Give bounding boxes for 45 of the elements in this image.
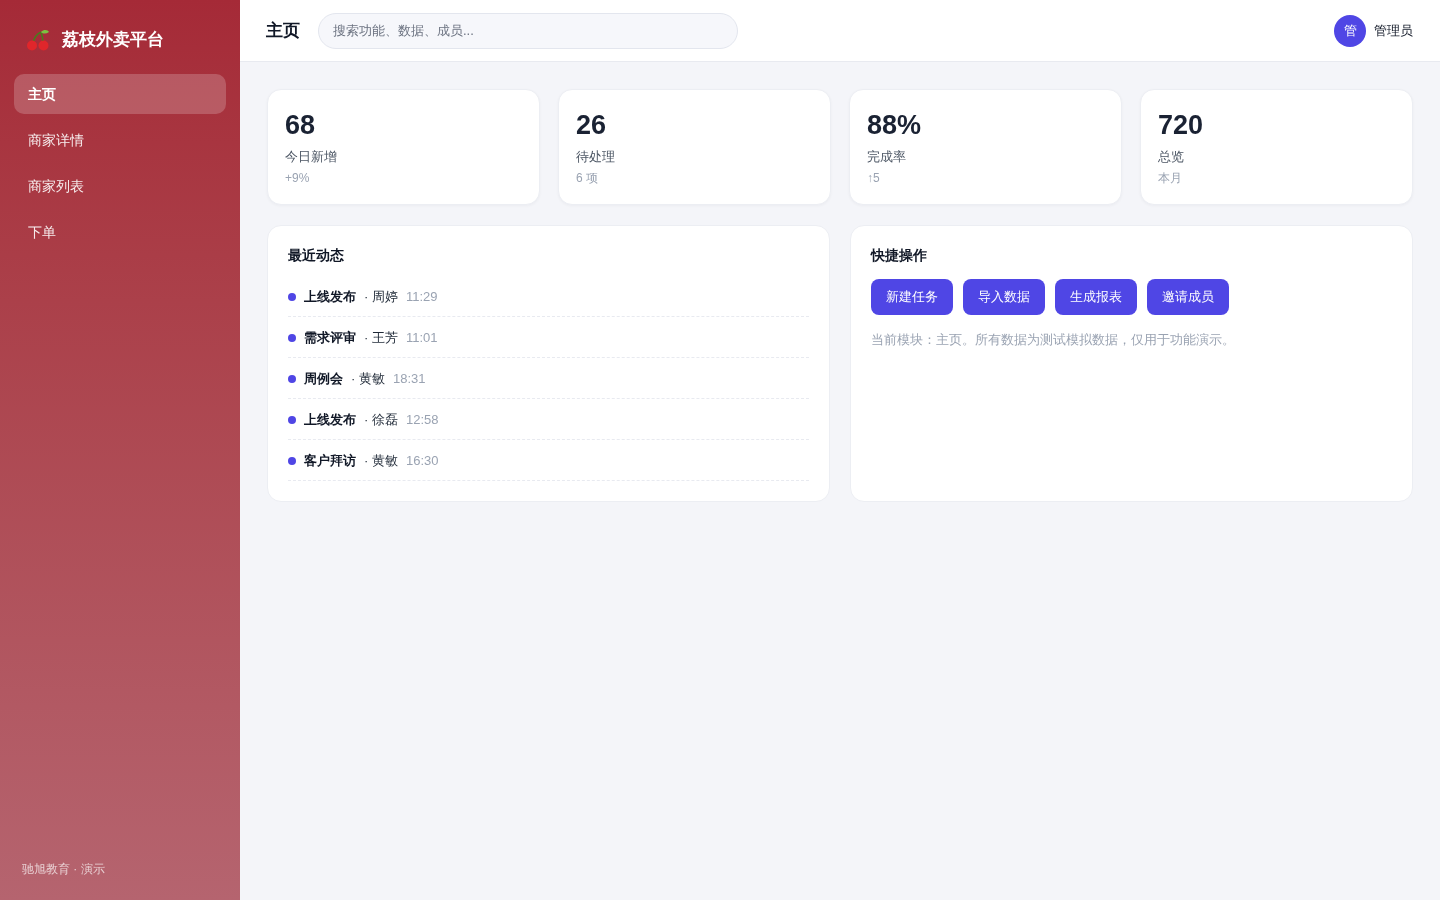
stat-value: 88%	[867, 109, 923, 142]
activity-time: 18:31	[392, 370, 426, 389]
activity-title: 需求评审	[304, 329, 356, 348]
stat-label: 完成率	[867, 148, 907, 166]
stat-value: 68	[285, 109, 317, 142]
activity-title: 上线发布	[304, 411, 356, 430]
cherry-icon	[26, 29, 50, 51]
stat-value: 720	[1158, 109, 1205, 142]
nav-item[interactable]: 下单	[14, 212, 226, 252]
module-note: 当前模块：主页。所有数据为测试模拟数据，仅用于功能演示。	[871, 332, 1236, 349]
page-title: 主页	[266, 19, 300, 42]
search-field[interactable]: 搜索功能、数据、成员...	[318, 12, 738, 49]
card-title: 最近动态	[288, 246, 345, 265]
stat-note: ↑5	[867, 170, 881, 186]
activity-time: 11:29	[405, 288, 438, 307]
activity-person: · 黄敏	[364, 452, 398, 471]
stat-label: 总览	[1158, 148, 1185, 166]
activity-time: 12:58	[405, 411, 439, 430]
stat-value: 26	[576, 109, 608, 142]
activity-title: 周例会	[304, 370, 343, 389]
action-button[interactable]: 新建任务	[871, 279, 953, 315]
user-avatar[interactable]: 管	[1334, 14, 1366, 47]
stat-note: 6 项	[576, 170, 599, 186]
stat-label: 待处理	[576, 148, 616, 166]
activity-title: 上线发布	[304, 288, 356, 307]
activity-time: 11:01	[405, 329, 438, 348]
activity-person: · 周婷	[364, 288, 398, 307]
activity-person: · 黄敏	[351, 370, 385, 389]
activity-person: · 王芳	[364, 329, 398, 348]
nav-item[interactable]: 主页	[14, 74, 226, 114]
stat-label: 今日新增	[285, 148, 338, 166]
brand-name: 荔枝外卖平台	[62, 29, 164, 52]
sidebar-footer: 驰旭教育 · 演示	[22, 862, 105, 876]
action-button[interactable]: 邀请成员	[1147, 279, 1229, 315]
nav-item[interactable]: 商家列表	[14, 166, 226, 206]
action-button[interactable]: 导入数据	[963, 279, 1045, 315]
stat-note: +9%	[285, 170, 311, 186]
action-button[interactable]: 生成报表	[1055, 279, 1137, 315]
activity-person: · 徐磊	[364, 411, 398, 430]
activity-title: 客户拜访	[304, 452, 356, 471]
card-title: 快捷操作	[871, 246, 928, 265]
activity-time: 16:30	[405, 452, 439, 471]
nav-item[interactable]: 商家详情	[14, 120, 226, 160]
user-name: 管理员	[1374, 21, 1413, 40]
stat-note: 本月	[1158, 170, 1183, 186]
